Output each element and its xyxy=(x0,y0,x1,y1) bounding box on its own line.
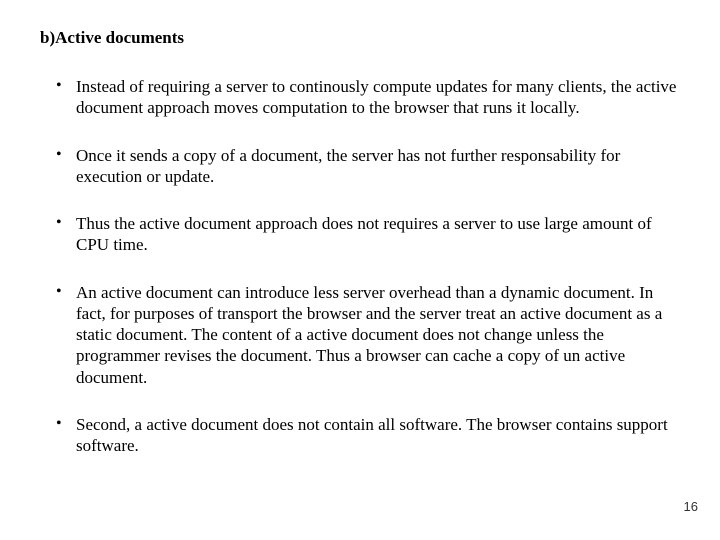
list-item: Instead of requiring a server to contino… xyxy=(40,76,680,119)
list-item: Thus the active document approach does n… xyxy=(40,213,680,256)
section-heading: b)Active documents xyxy=(40,28,680,48)
list-item: Once it sends a copy of a document, the … xyxy=(40,145,680,188)
list-item: An active document can introduce less se… xyxy=(40,282,680,388)
bullet-list: Instead of requiring a server to contino… xyxy=(40,76,680,456)
list-item: Second, a active document does not conta… xyxy=(40,414,680,457)
page-number: 16 xyxy=(684,499,698,514)
